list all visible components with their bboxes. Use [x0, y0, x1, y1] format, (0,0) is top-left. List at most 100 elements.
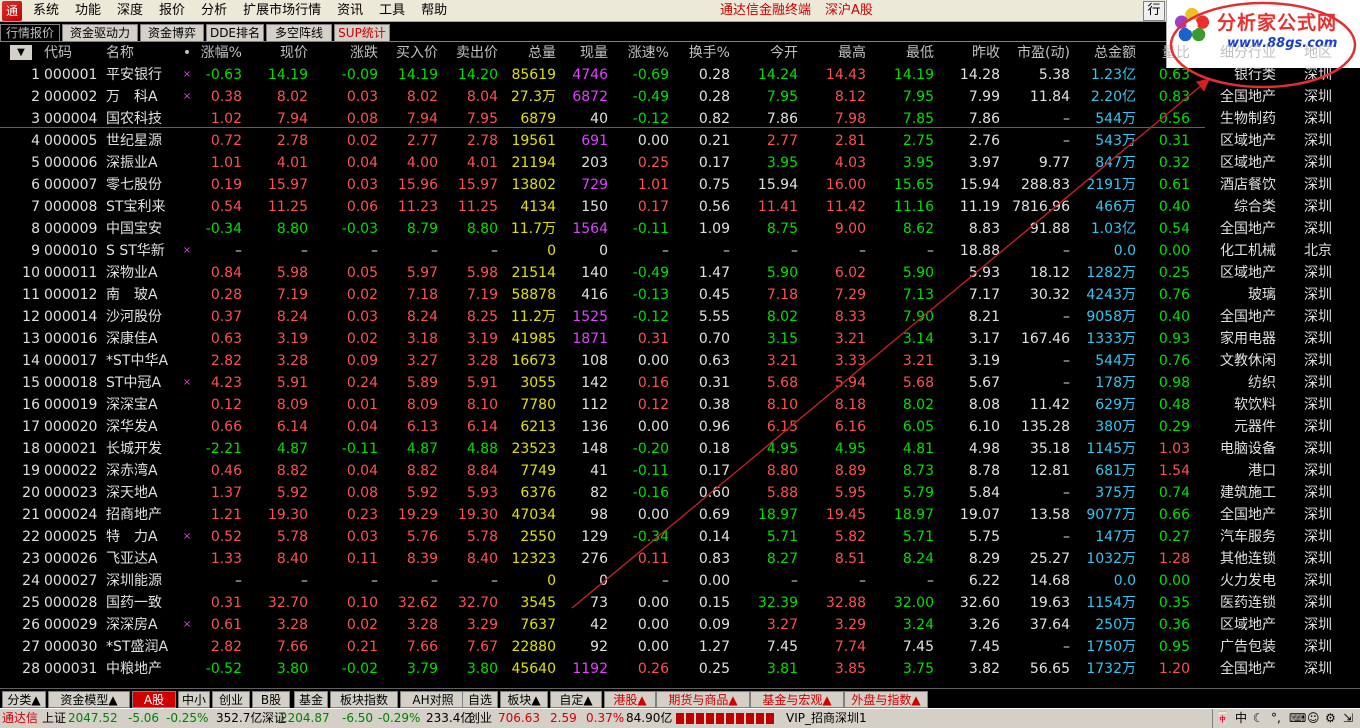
table-row[interactable]: 1 000001 平安银行 × -0.63 14.19 -0.09 14.19 14.20 856…: [0, 64, 1360, 86]
column-header[interactable]: 买入价: [386, 42, 438, 64]
market-tab[interactable]: 创业: [212, 691, 250, 708]
table-row[interactable]: 16 000019 深深宝A 0.12 8.09 0.01 8.09 8.10 7780 112 0…: [0, 394, 1360, 416]
arrow-icon[interactable]: ⇲: [1343, 709, 1353, 728]
market-tab[interactable]: 中小: [178, 691, 210, 708]
table-row[interactable]: 8 000009 中国宝安 -0.34 8.80 -0.03 8.79 8.80 11.7万 15…: [0, 218, 1360, 240]
menu-item[interactable]: 分析: [193, 0, 235, 22]
table-row[interactable]: 27 000030 *ST盛润A 2.82 7.66 0.21 7.66 7.67 22880 9…: [0, 636, 1360, 658]
column-header[interactable]: 涨速%: [616, 42, 669, 64]
column-header[interactable]: •: [180, 42, 194, 64]
column-header[interactable]: 卖出价: [446, 42, 498, 64]
quote-mode-button[interactable]: 行: [1143, 1, 1165, 21]
wrench-icon[interactable]: ⚙: [1325, 709, 1336, 728]
punctuation-icon[interactable]: °,: [1271, 709, 1281, 728]
market-tab[interactable]: 港股▲: [604, 691, 656, 708]
column-header[interactable]: 最低: [876, 42, 934, 64]
menu-item[interactable]: 资讯: [329, 0, 371, 22]
column-header[interactable]: 现价: [256, 42, 308, 64]
user-icon[interactable]: ☺: [1307, 709, 1320, 728]
app-icon[interactable]: 通: [2, 0, 22, 21]
column-header[interactable]: 总金额: [1074, 42, 1136, 64]
table-row[interactable]: 5 000006 深振业A 1.01 4.01 0.04 4.00 4.01 21194 203 0…: [0, 152, 1360, 174]
table-row[interactable]: 20 000023 深天地A 1.37 5.92 0.08 5.92 5.93 6376 82 -0…: [0, 482, 1360, 504]
column-header[interactable]: 总量: [500, 42, 556, 64]
region: 深圳: [1304, 287, 1332, 303]
view-tab[interactable]: 多空阵线: [266, 24, 332, 41]
market-tab[interactable]: 期货与商品▲: [656, 691, 750, 708]
market-tab[interactable]: A股: [132, 691, 176, 708]
table-row[interactable]: 23 000026 飞亚达A 1.33 8.40 0.11 8.39 8.40 12323 276…: [0, 548, 1360, 570]
column-header[interactable]: 细分行业: [1196, 42, 1276, 64]
menu-item[interactable]: 扩展市场行情: [235, 0, 329, 22]
market-tab[interactable]: 板块指数: [330, 691, 398, 708]
view-tab[interactable]: DDE排名: [206, 24, 264, 41]
column-header[interactable]: 现量: [560, 42, 608, 64]
table-row[interactable]: 14 000017 *ST中华A 2.82 3.28 0.09 3.27 3.28 16673 1…: [0, 350, 1360, 372]
column-header[interactable]: 地区: [1286, 42, 1332, 64]
market-tab[interactable]: 板块▲: [500, 691, 548, 708]
table-row[interactable]: 21 000024 招商地产 1.21 19.30 0.23 19.29 19.30 47034…: [0, 504, 1360, 526]
table-row[interactable]: 17 000020 深华发A 0.66 6.14 0.04 6.13 6.14 6213 136 0…: [0, 416, 1360, 438]
table-row[interactable]: 9 000010 S ST华新 × – – – – – 0 0 – – – – – 18.88 – 0.0 0.00 化…: [0, 240, 1360, 262]
menu-item[interactable]: 报价: [151, 0, 193, 22]
market-tab[interactable]: 基金与宏观▲: [750, 691, 844, 708]
menu-item[interactable]: 工具: [371, 0, 413, 22]
table-row[interactable]: 2 000002 万 科A × 0.38 8.02 0.03 8.02 8.04 27.3万 687…: [0, 86, 1360, 108]
table-row[interactable]: 13 000016 深康佳A 0.63 3.19 0.02 3.18 3.19 41985 187…: [0, 328, 1360, 350]
market-tab[interactable]: 自选: [462, 691, 498, 708]
speed-pct: –: [662, 243, 669, 259]
column-header[interactable]: 名称: [106, 42, 178, 64]
table-row[interactable]: 6 000007 零七股份 0.19 15.97 0.03 15.96 15.97 13802 7…: [0, 174, 1360, 196]
input-method-icon[interactable]: 🀄: [1215, 709, 1230, 728]
table-row[interactable]: 19 000022 深赤湾A 0.46 8.82 0.04 8.82 8.84 7749 41 -0…: [0, 460, 1360, 482]
table-row[interactable]: 28 000031 中粮地产 -0.52 3.80 -0.02 3.79 3.80 45640 1…: [0, 658, 1360, 680]
view-tab[interactable]: 行情报价: [0, 24, 60, 41]
menu-item[interactable]: 功能: [67, 0, 109, 22]
market-tab[interactable]: 分类▲: [2, 691, 46, 708]
table-row[interactable]: 25 000028 国药一致 0.31 32.70 0.10 32.62 32.70 3545 7…: [0, 592, 1360, 614]
menu-item[interactable]: 深度: [109, 0, 151, 22]
table-row[interactable]: 7 000008 ST宝利来 0.54 11.25 0.06 11.23 11.25 4134 1…: [0, 196, 1360, 218]
server-name[interactable]: VIP_招商深圳1: [786, 709, 867, 728]
view-tab[interactable]: 资金博弈: [140, 24, 204, 41]
table-row[interactable]: 11 000012 南 玻A 0.28 7.19 0.02 7.18 7.19 58878 416…: [0, 284, 1360, 306]
low-price: 3.95: [902, 155, 934, 171]
market-tab[interactable]: 自定▲: [550, 691, 602, 708]
market-tab[interactable]: 基金: [294, 691, 328, 708]
table-row[interactable]: 26 000029 深深房A × 0.61 3.28 0.02 3.28 3.29 7637 42 0…: [0, 614, 1360, 636]
chinese-mode-icon[interactable]: 中: [1235, 709, 1247, 728]
market-tab[interactable]: 外盘与指数▲: [844, 691, 928, 708]
keyboard-icon[interactable]: ⌨: [1289, 709, 1306, 728]
industry: 区域地产: [1220, 617, 1276, 633]
column-header[interactable]: 涨幅%: [196, 42, 242, 64]
column-menu-button[interactable]: ▼: [10, 45, 32, 60]
table-row[interactable]: 3 000004 国农科技 1.02 7.94 0.08 7.94 7.95 6879 40 -0.…: [0, 108, 1360, 130]
pe-ratio: 19.63: [1029, 595, 1070, 611]
column-header[interactable]: 换手%: [680, 42, 730, 64]
table-row[interactable]: 18 000021 长城开发 -2.21 4.87 -0.11 4.87 4.88 23523 1…: [0, 438, 1360, 460]
table-row[interactable]: 10 000011 深物业A 0.84 5.98 0.05 5.97 5.98 21514 140…: [0, 262, 1360, 284]
column-header[interactable]: 最高: [810, 42, 866, 64]
menu-item[interactable]: 系统: [25, 0, 67, 22]
column-header[interactable]: 昨收: [944, 42, 1000, 64]
table-row[interactable]: 15 000018 ST中冠A × 4.23 5.91 0.24 5.89 5.91 3055 14…: [0, 372, 1360, 394]
ask-price: 7.95: [466, 111, 498, 127]
prev-close: 5.75: [968, 529, 1000, 545]
column-header[interactable]: 今开: [744, 42, 798, 64]
market-tab[interactable]: AH对照: [400, 691, 466, 708]
moon-icon[interactable]: ☾: [1253, 709, 1264, 728]
table-row[interactable]: 24 000027 深圳能源 – – – – –0 0–0.00– – –6.22 14.68 0.0 0…: [0, 570, 1360, 592]
table-row[interactable]: 12 000014 沙河股份 0.37 8.24 0.03 8.24 8.25 11.2万 152…: [0, 306, 1360, 328]
column-header[interactable]: 涨跌: [326, 42, 378, 64]
table-row[interactable]: 4 000005 世纪星源 0.72 2.78 0.02 2.77 2.78 19561 691 0…: [0, 130, 1360, 152]
market-tab[interactable]: B股: [252, 691, 290, 708]
view-tab[interactable]: SUP统计: [334, 24, 390, 41]
column-header[interactable]: 量比: [1142, 42, 1190, 64]
change-pct: 0.72: [210, 133, 242, 149]
view-tab[interactable]: 资金驱动力: [62, 24, 138, 41]
market-tab[interactable]: 资金模型▲: [48, 691, 130, 708]
column-header[interactable]: 市盈(动): [1008, 42, 1070, 64]
table-row[interactable]: 22 000025 特 力A × 0.52 5.78 0.03 5.76 5.78 2550 129…: [0, 526, 1360, 548]
column-header[interactable]: 代码: [44, 42, 94, 64]
menu-item[interactable]: 帮助: [413, 0, 455, 22]
